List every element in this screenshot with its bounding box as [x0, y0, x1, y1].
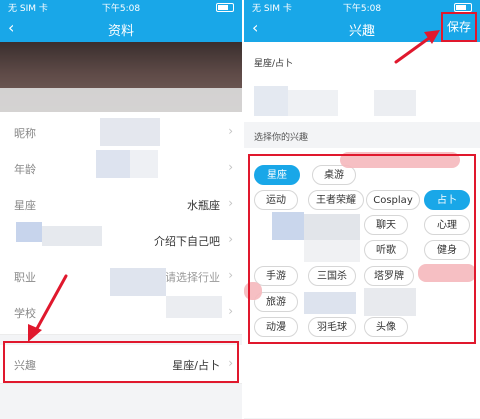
blurred-region [100, 118, 160, 146]
blurred-region [254, 86, 288, 116]
blurred-region [96, 150, 132, 178]
chevron-right-icon: › [228, 160, 233, 174]
battery-icon [216, 3, 234, 12]
blurred-region [288, 90, 338, 116]
row-value: 介绍下自己吧 [154, 235, 220, 248]
chevron-right-icon: › [228, 124, 233, 138]
highlight-box-interests [3, 341, 239, 383]
arrow-icon [28, 274, 68, 342]
chevron-right-icon: › [228, 304, 233, 318]
highlight-box-tags [248, 154, 476, 344]
blurred-region [0, 88, 242, 112]
chevron-right-icon: › [228, 196, 233, 210]
row-value: 水瓶座 [187, 199, 220, 212]
status-bar: 无 SIM 卡 下午5:08 [0, 0, 242, 14]
blurred-region [110, 268, 166, 296]
current-interests-section: 星座/占卜 [244, 42, 480, 122]
profile-screen: 无 SIM 卡 下午5:08 ‹ 资料 昵称 › 年龄 › 星座 水瓶座 › 介… [0, 0, 242, 419]
blurred-region [166, 296, 222, 318]
nav-bar: ‹ 资料 [0, 14, 242, 42]
clock-text: 下午5:08 [101, 4, 141, 14]
blurred-region [16, 222, 42, 242]
chevron-right-icon: › [228, 232, 233, 246]
row-value: 请选择行业 [165, 271, 220, 284]
chevron-right-icon: › [228, 268, 233, 282]
row-label: 昵称 [14, 127, 36, 140]
interests-screen: 无 SIM 卡 下午5:08 ‹ 兴趣 保存 星座/占卜 选择你的兴趣 星座 桌… [244, 0, 480, 419]
current-interests-text: 星座/占卜 [254, 59, 294, 69]
blurred-region [130, 150, 158, 178]
row-label: 星座 [14, 199, 36, 212]
blurred-region [42, 226, 102, 246]
choose-interests-label: 选择你的兴趣 [254, 133, 309, 143]
page-title: 资料 [107, 24, 134, 39]
highlight-box-save [441, 12, 477, 42]
row-label: 年龄 [14, 163, 36, 176]
blurred-region [374, 90, 416, 116]
arrow-icon [394, 30, 440, 64]
battery-icon [454, 3, 472, 12]
